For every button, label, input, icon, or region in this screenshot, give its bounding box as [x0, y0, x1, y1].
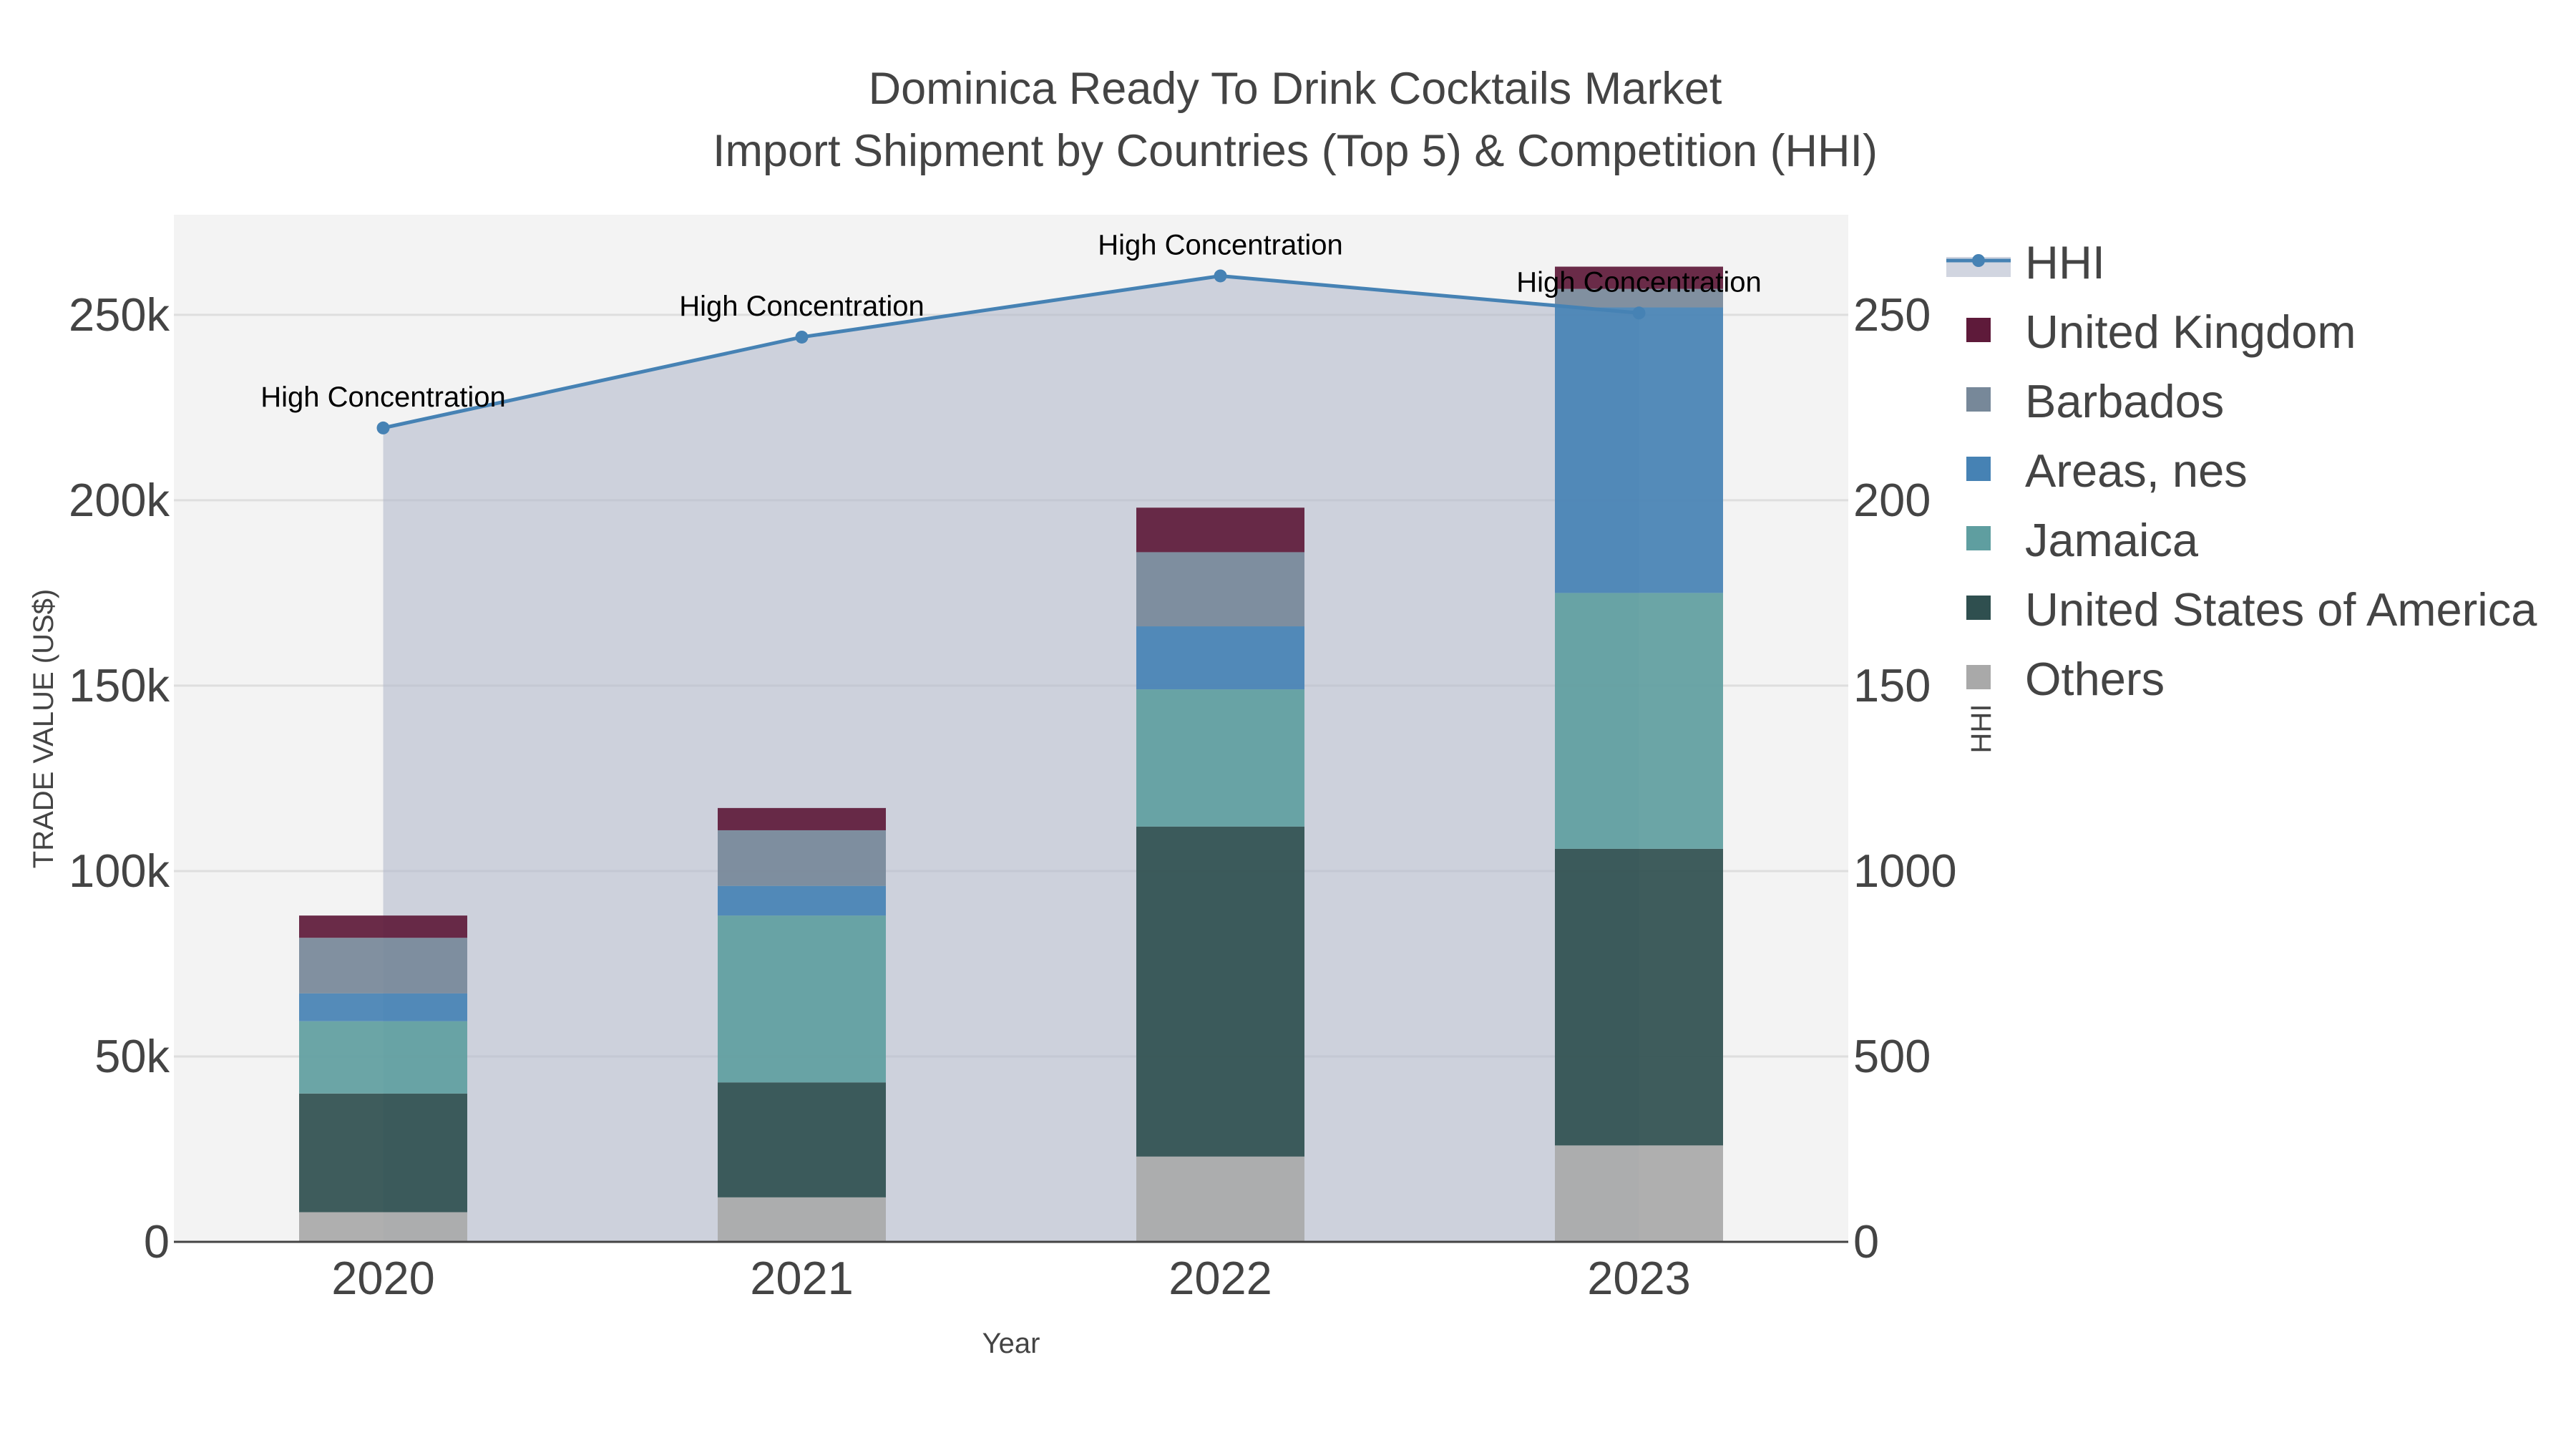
- bar-segment: [718, 885, 886, 916]
- bar-segment: [299, 1093, 467, 1213]
- hhi-annotation: High Concentration: [260, 382, 505, 413]
- hhi-area: [383, 276, 1639, 1243]
- hhi-annotation: High Concentration: [1516, 266, 1761, 298]
- legend-swatch: [1966, 665, 1991, 689]
- hhi-point: [1632, 306, 1646, 320]
- legend-swatch: [1966, 318, 1991, 342]
- legend-swatch: [1966, 387, 1991, 412]
- chart-title: Dominica Ready To Drink Cocktails Market: [869, 64, 1722, 114]
- bar-segment: [299, 1021, 467, 1094]
- legend-label-hhi: HHI: [2025, 236, 2105, 288]
- bar-segment: [718, 1197, 886, 1242]
- hhi-point: [376, 421, 390, 434]
- legend-label: Others: [2025, 653, 2165, 705]
- chart-root: Dominica Ready To Drink Cocktails Market…: [0, 0, 2576, 1449]
- legend-label: United States of America: [2025, 583, 2537, 636]
- hhi-annotation: High Concentration: [679, 291, 924, 322]
- hhi-area-fill: [383, 276, 1639, 1243]
- y2-axis-title: HHI: [1966, 704, 1997, 754]
- bar-segment: [1555, 307, 1723, 593]
- bar-segment: [1136, 552, 1304, 627]
- x-tick-label: 2023: [1587, 1252, 1691, 1304]
- y-tick-label: 0: [144, 1215, 170, 1268]
- legend-swatch: [1966, 457, 1991, 481]
- bar-segment: [299, 938, 467, 993]
- x-axis-ticks: 2020 2021 2022 2023: [331, 1252, 1691, 1304]
- bar-segment: [299, 1212, 467, 1242]
- legend-label: Areas, nes: [2025, 444, 2248, 497]
- y2-tick-label: 250: [1853, 288, 1931, 341]
- y-tick-label: 100k: [69, 845, 170, 897]
- y2-tick-label: 0: [1853, 1215, 1879, 1268]
- x-axis-title: Year: [982, 1328, 1040, 1359]
- y2-tick-label: 200: [1853, 474, 1931, 526]
- y2-tick-label: 500: [1853, 1030, 1931, 1082]
- bar-segment: [1136, 1156, 1304, 1242]
- hhi-annotation: High Concentration: [1098, 229, 1342, 261]
- bar-segment: [718, 1082, 886, 1197]
- bar-segment: [1136, 507, 1304, 553]
- bar-segment: [299, 915, 467, 938]
- bar-segment: [718, 915, 886, 1083]
- bar-segment: [1136, 689, 1304, 827]
- x-tick-label: 2022: [1169, 1252, 1272, 1304]
- y-axis-ticks: 0 50k 100k 150k 200k 250k: [69, 288, 170, 1268]
- bar-segment: [1136, 826, 1304, 1157]
- bar-segment: [299, 993, 467, 1021]
- bar-segment: [1555, 593, 1723, 849]
- legend-swatch: [1966, 596, 1991, 620]
- legend-label: United Kingdom: [2025, 306, 2356, 358]
- y2-tick-label: 1000: [1853, 845, 1957, 897]
- y-tick-label: 150k: [69, 659, 170, 711]
- bar-segment: [718, 830, 886, 886]
- bar-segment: [1555, 1145, 1723, 1242]
- y2-tick-label: 150: [1853, 659, 1931, 711]
- legend-swatch: [1966, 526, 1991, 550]
- bar-segment: [1555, 848, 1723, 1146]
- legend-hhi-swatch-marker: [1972, 254, 1985, 267]
- x-tick-label: 2021: [750, 1252, 854, 1304]
- y-tick-label: 250k: [69, 288, 170, 341]
- bar-segment: [718, 807, 886, 830]
- y2-axis-ticks: 0 500 1000 150 200 250: [1853, 288, 1957, 1268]
- bar-segment: [1136, 626, 1304, 690]
- legend-label: Jamaica: [2025, 514, 2199, 566]
- y-axis-title: TRADE VALUE (US$): [28, 589, 59, 868]
- y-tick-label: 50k: [94, 1030, 170, 1082]
- x-tick-label: 2020: [331, 1252, 435, 1304]
- y-tick-label: 200k: [69, 474, 170, 526]
- hhi-point: [795, 330, 809, 344]
- chart-svg: Dominica Ready To Drink Cocktails Market…: [28, 64, 2537, 1359]
- legend[interactable]: HHI United Kingdom Barbados Areas, nes Jamai…: [1946, 236, 2537, 705]
- chart-subtitle: Import Shipment by Countries (Top 5) & C…: [713, 126, 1878, 176]
- hhi-point: [1214, 269, 1227, 283]
- legend-label: Barbados: [2025, 375, 2224, 427]
